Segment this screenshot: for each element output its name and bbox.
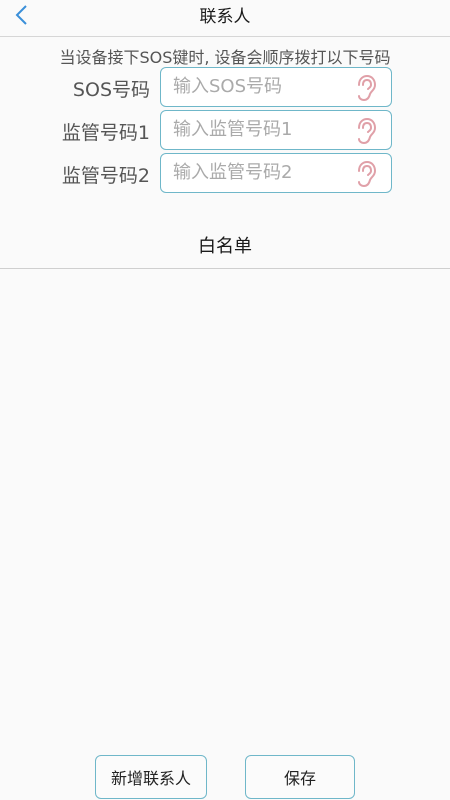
supervisor-number-1-field-box [160, 110, 392, 150]
ear-icon[interactable] [351, 73, 379, 103]
add-contact-button[interactable]: 新增联系人 [95, 755, 207, 799]
sos-number-label: SOS号码 [72, 79, 150, 101]
ear-icon[interactable] [351, 159, 379, 189]
supervisor-number-1-label: 监管号码1 [61, 122, 150, 144]
save-button[interactable]: 保存 [245, 755, 355, 799]
sos-description: 当设备接下SOS键时, 设备会顺序拨打以下号码 [59, 48, 391, 67]
header-bar: 联系人 [0, 0, 450, 37]
whitelist-list[interactable] [0, 269, 450, 749]
page-title: 联系人 [199, 7, 251, 27]
whitelist-title: 白名单 [198, 236, 252, 257]
supervisor-number-1-input[interactable] [161, 111, 353, 148]
supervisor-number-2-input[interactable] [161, 154, 353, 191]
supervisor-number-1-row: 监管号码1 [0, 110, 450, 152]
sos-number-field-box [160, 67, 392, 107]
supervisor-number-2-row: 监管号码2 [0, 153, 450, 195]
sos-number-input[interactable] [161, 68, 353, 105]
supervisor-number-2-label: 监管号码2 [61, 165, 150, 187]
ear-icon[interactable] [351, 116, 379, 146]
sos-number-row: SOS号码 [0, 67, 450, 109]
supervisor-number-2-field-box [160, 153, 392, 193]
